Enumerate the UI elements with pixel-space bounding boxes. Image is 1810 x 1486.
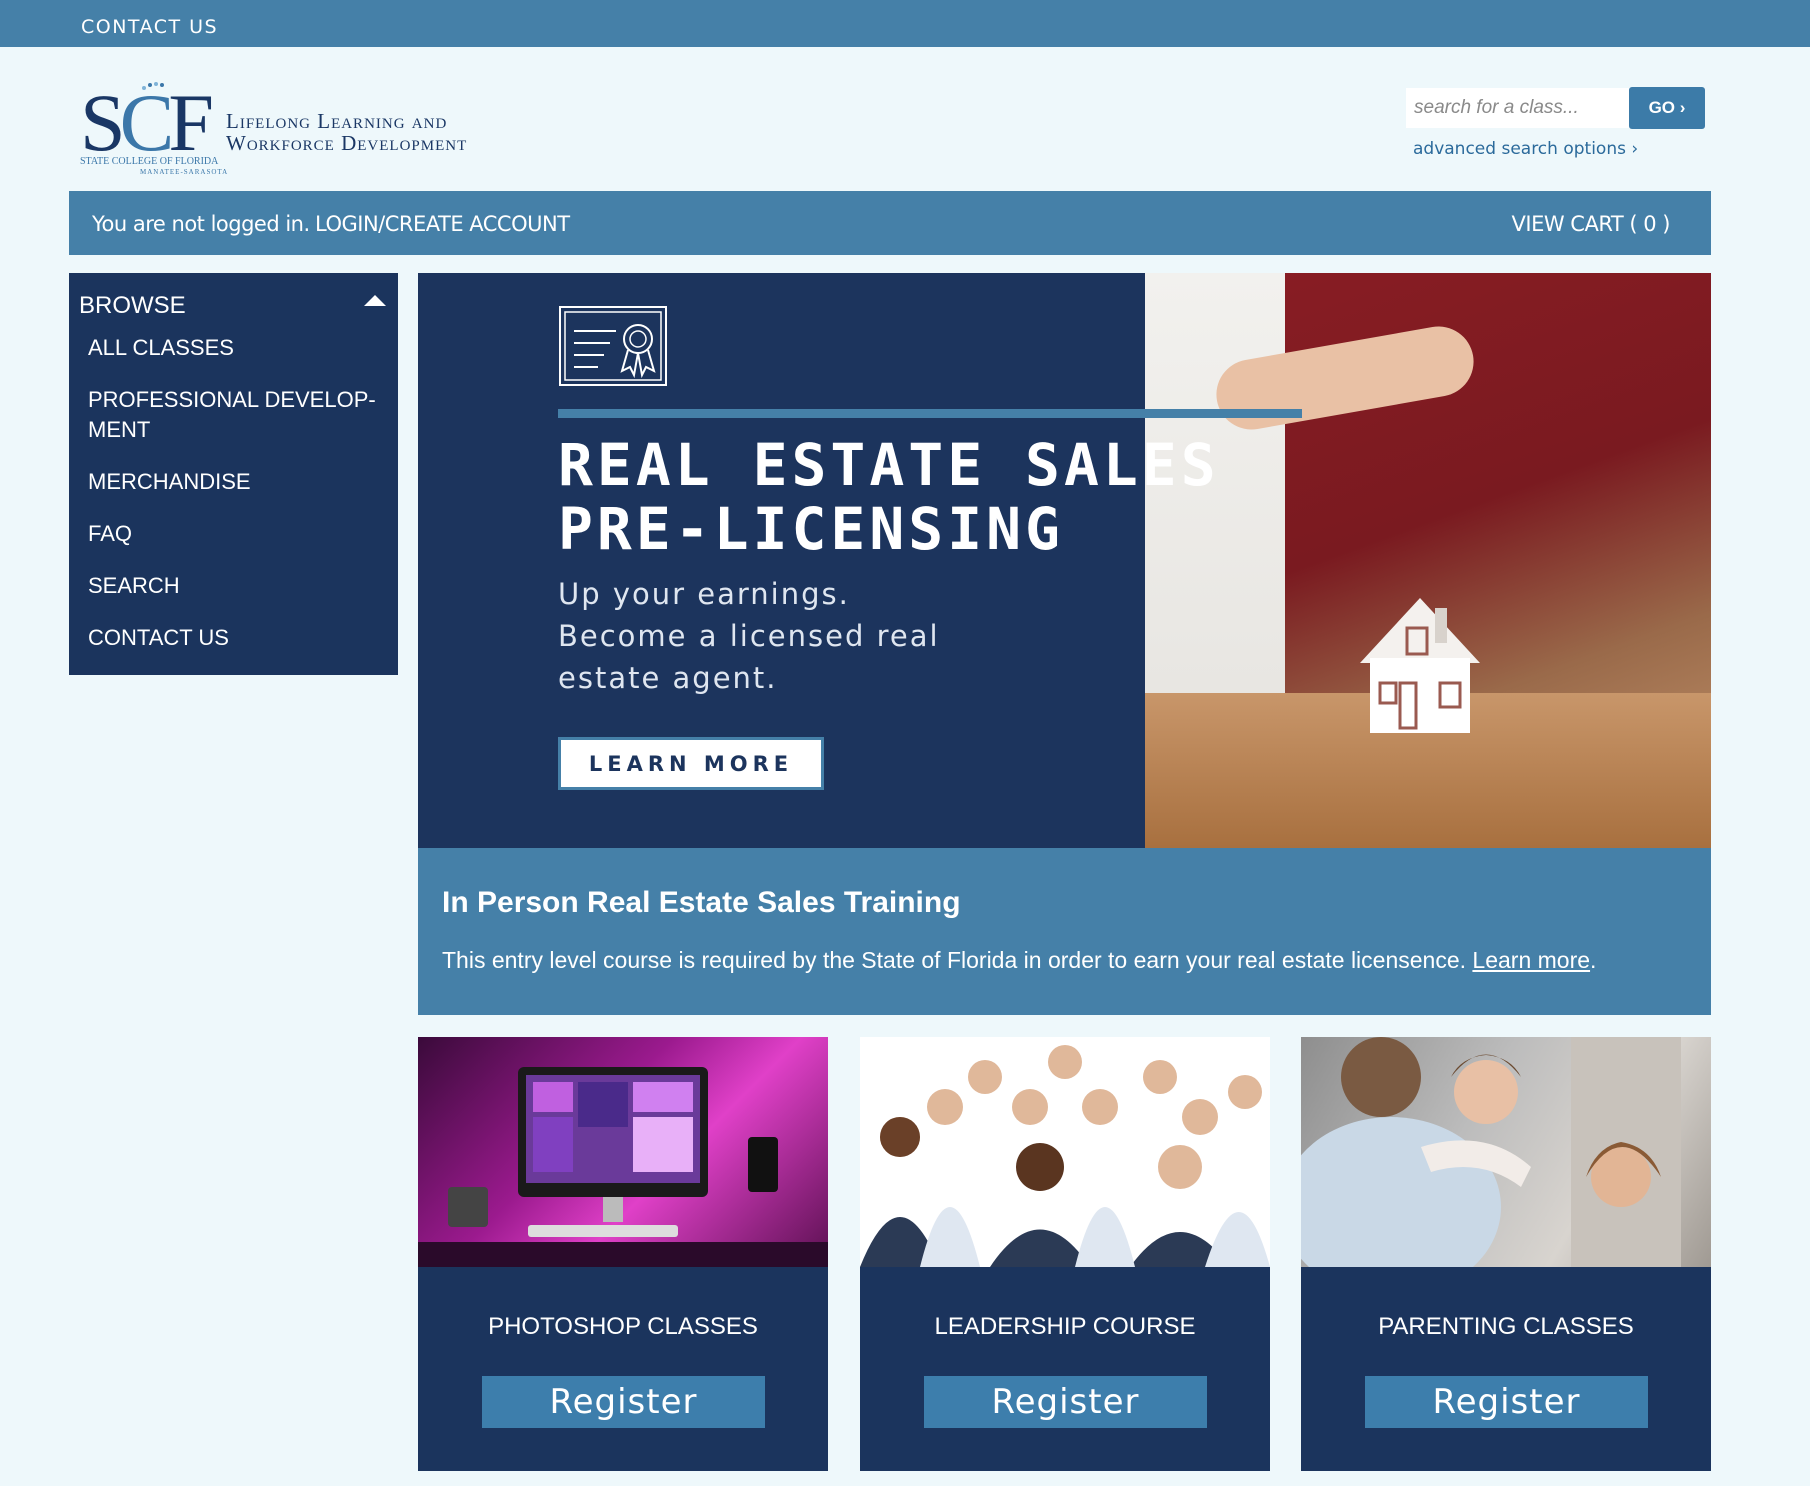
sidebar-item-merchandise[interactable]: MERCHANDISE (88, 467, 388, 497)
sidebar-item-label[interactable]: CONTACT US (88, 625, 229, 650)
browse-heading[interactable]: BROWSE (79, 292, 186, 320)
family-hug-icon (1301, 1037, 1681, 1267)
top-utility-bar: CONTACT US (0, 0, 1810, 47)
sidebar-item-label[interactable]: ALL CLASSES (88, 335, 234, 360)
course-card-photoshop: PHOTOSHOP CLASSES Register (418, 1037, 828, 1471)
course-card-parenting: PARENTING CLASSES Register (1301, 1037, 1711, 1471)
top-contact-link[interactable]: CONTACT US (81, 16, 218, 38)
logo-ring-icon (142, 82, 164, 90)
sidebar-item-label[interactable]: FAQ (88, 521, 132, 546)
sidebar-item-all-classes[interactable]: ALL CLASSES (88, 333, 388, 363)
promo-panel: In Person Real Estate Sales Training Thi… (418, 848, 1711, 1015)
group-people-icon (860, 1045, 1270, 1267)
collapse-caret-icon[interactable] (364, 295, 386, 306)
login-create-account-link[interactable]: LOGIN/CREATE ACCOUNT (315, 212, 570, 236)
hero-title: REAL ESTATE SALES PRE-LICENSING (558, 431, 1220, 563)
sidebar-item-faq[interactable]: FAQ (88, 519, 388, 549)
sidebar-item-contact-us[interactable]: CONTACT US (88, 623, 388, 653)
register-button[interactable]: Register (924, 1376, 1207, 1428)
hero-accent-line (558, 409, 1302, 418)
logo-letter-f: F (168, 77, 214, 168)
sidebar-item-professional-development[interactable]: PROFESSIONAL DEVELOP-MENT (88, 385, 388, 445)
advanced-search-link[interactable]: advanced search options › (1413, 139, 1638, 159)
search-input[interactable] (1406, 88, 1629, 128)
login-status-text: You are not logged in. (92, 212, 310, 236)
sidebar-item-label[interactable]: PROFESSIONAL DEVELOP-MENT (88, 387, 376, 442)
logo-mark: SCF (80, 82, 214, 164)
promo-text: This entry level course is required by t… (442, 947, 1596, 974)
parenting-image[interactable] (1301, 1037, 1711, 1267)
logo-college-name: STATE COLLEGE OF FLORIDA (80, 156, 219, 167)
computer-monitor-icon (418, 1067, 828, 1267)
logo-tagline: Lifelong Learning and Workforce Developm… (226, 110, 467, 154)
logo-tagline-line1: Lifelong Learning and (226, 109, 448, 133)
hero-banner[interactable]: REAL ESTATE SALES PRE-LICENSING Up your … (418, 273, 1711, 848)
search-go-button[interactable]: GO › (1629, 87, 1705, 129)
leadership-image[interactable] (860, 1037, 1270, 1267)
scf-logo[interactable]: SCF Lifelong Learning and Workforce Deve… (80, 82, 520, 177)
user-status-bar: You are not logged in. LOGIN/CREATE ACCO… (69, 191, 1711, 255)
register-button[interactable]: Register (482, 1376, 765, 1428)
sidebar-item-label[interactable]: MERCHANDISE (88, 469, 251, 494)
hero-photo-key-house (1145, 273, 1711, 848)
card-title: LEADERSHIP COURSE (934, 1313, 1196, 1340)
photoshop-image[interactable] (418, 1037, 828, 1267)
sidebar-item-search[interactable]: SEARCH (88, 571, 388, 601)
browse-menu: ALL CLASSES PROFESSIONAL DEVELOP-MENT ME… (88, 333, 388, 675)
promo-body: This entry level course is required by t… (442, 947, 1473, 973)
view-cart-link[interactable]: VIEW CART ( 0 ) (1512, 212, 1671, 236)
promo-learn-more-link[interactable]: Learn more (1472, 947, 1590, 973)
logo-tagline-line2: Workforce Development (226, 131, 468, 155)
promo-heading: In Person Real Estate Sales Training (442, 886, 961, 919)
house-model-icon (1360, 598, 1480, 733)
logo-campus-name: MANATEE-SARASOTA (140, 168, 229, 176)
learn-more-button[interactable]: LEARN MORE (558, 737, 824, 790)
promo-suffix: . (1590, 947, 1597, 973)
hero-tagline: Up your earnings. Become a licensed real… (558, 577, 940, 695)
card-title: PARENTING CLASSES (1378, 1313, 1634, 1340)
card-title: PHOTOSHOP CLASSES (488, 1313, 758, 1340)
sidebar-item-label[interactable]: SEARCH (88, 573, 180, 598)
course-card-leadership: LEADERSHIP COURSE Register (860, 1037, 1270, 1471)
register-button[interactable]: Register (1365, 1376, 1648, 1428)
logo-letter-s: S (80, 77, 126, 168)
certificate-icon (559, 306, 667, 386)
browse-sidebar: BROWSE ALL CLASSES PROFESSIONAL DEVELOP-… (69, 273, 398, 675)
